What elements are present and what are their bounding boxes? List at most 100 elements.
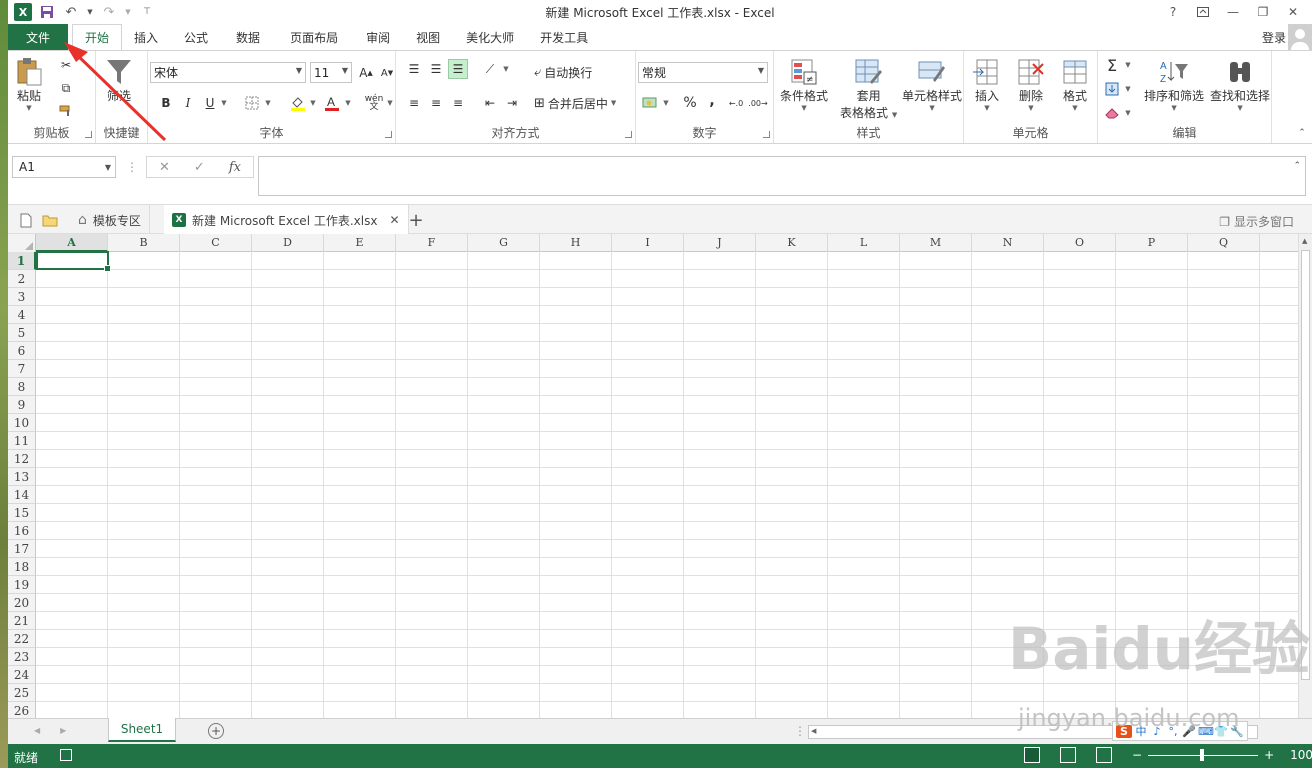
restore-icon[interactable]: ❐ [1248,0,1278,24]
align-bottom-icon[interactable]: ☰ [448,59,468,79]
sign-in-link[interactable]: 登录 [1262,29,1286,46]
tab-insert[interactable]: 插入 [122,24,170,50]
accounting-dropdown-icon[interactable]: ▼ [656,93,676,113]
normal-view-icon[interactable] [1024,747,1040,763]
tab-data[interactable]: 数据 [222,24,274,50]
column-header-i[interactable]: I [612,234,684,252]
tab-file[interactable]: 文件 [8,24,68,50]
column-header-l[interactable]: L [828,234,900,252]
column-header-b[interactable]: B [108,234,180,252]
format-painter-icon[interactable] [56,101,76,121]
align-top-icon[interactable]: ☰ [404,59,424,79]
cancel-entry-icon[interactable]: ✕ [159,160,170,175]
template-zone-tab[interactable]: ⌂ 模板专区 [70,205,150,235]
insert-cells-button[interactable]: 插入 ▼ [972,57,1002,112]
close-icon[interactable]: ✕ [1278,0,1308,24]
row-header-22[interactable]: 22 [8,630,36,648]
macro-record-icon[interactable] [60,749,72,761]
zoom-slider-knob[interactable] [1200,748,1205,761]
document-tab-active[interactable]: X 新建 Microsoft Excel 工作表.xlsx ✕ [164,205,409,235]
cut-icon[interactable]: ✂ [56,55,76,75]
close-tab-icon[interactable]: ✕ [389,213,399,227]
add-sheet-icon[interactable]: + [208,723,224,739]
clipboard-launcher-icon[interactable] [85,131,92,138]
select-all-corner[interactable] [8,234,36,252]
row-header-14[interactable]: 14 [8,486,36,504]
zoom-percentage[interactable]: 100% [1290,748,1312,762]
column-header-q[interactable]: Q [1188,234,1260,252]
format-cells-button[interactable]: 格式 ▼ [1060,57,1090,112]
row-header-15[interactable]: 15 [8,504,36,522]
page-break-view-icon[interactable] [1096,747,1112,763]
hscroll-grip-icon[interactable]: ⋮ [794,724,806,738]
new-file-icon[interactable] [18,212,34,228]
decrease-decimal-icon[interactable]: .00→ [748,93,768,113]
column-header-k[interactable]: K [756,234,828,252]
borders-dropdown-icon[interactable]: ▼ [258,93,278,113]
underline-dropdown-icon[interactable]: ▼ [214,93,234,113]
formula-expand-icon[interactable]: ⌃ [1293,161,1301,171]
tab-formulas[interactable]: 公式 [170,24,222,50]
row-header-9[interactable]: 9 [8,396,36,414]
row-header-23[interactable]: 23 [8,648,36,666]
column-header-a[interactable]: A [36,234,108,252]
formula-bar-grip-icon[interactable]: ⋮ [126,160,138,174]
delete-cells-button[interactable]: 删除 ▼ [1016,57,1046,112]
help-button[interactable]: ? [1158,0,1188,24]
row-header-20[interactable]: 20 [8,594,36,612]
row-header-1[interactable]: 1 [8,252,36,270]
align-middle-icon[interactable]: ☰ [426,59,446,79]
align-left-icon[interactable]: ≡ [404,93,424,113]
column-header-g[interactable]: G [468,234,540,252]
cell-styles-button[interactable]: 单元格样式 ▼ [902,57,962,112]
page-layout-view-icon[interactable] [1060,747,1076,763]
row-header-5[interactable]: 5 [8,324,36,342]
row-header-26[interactable]: 26 [8,702,36,718]
tab-developer[interactable]: 开发工具 [526,24,602,50]
row-header-25[interactable]: 25 [8,684,36,702]
number-launcher-icon[interactable] [763,131,770,138]
paste-button[interactable]: 粘贴 ▼ [14,57,44,112]
comma-button[interactable]: , [702,91,722,111]
name-box[interactable]: A1 ▼ [12,156,116,178]
zoom-in-icon[interactable]: + [1264,748,1274,762]
active-cell-a1[interactable] [36,251,111,272]
align-right-icon[interactable]: ≡ [448,93,468,113]
row-header-6[interactable]: 6 [8,342,36,360]
row-header-10[interactable]: 10 [8,414,36,432]
formula-input[interactable]: ⌃ [258,156,1306,196]
column-header-f[interactable]: F [396,234,468,252]
increase-decimal-icon[interactable]: ←.0 [726,93,746,113]
row-header-11[interactable]: 11 [8,432,36,450]
confirm-entry-icon[interactable]: ✓ [194,160,205,175]
tab-review[interactable]: 审阅 [354,24,402,50]
ribbon-display-options-icon[interactable] [1188,0,1218,24]
scroll-up-icon[interactable]: ▲ [1302,237,1307,245]
tab-view[interactable]: 视图 [402,24,454,50]
autosum-dropdown-icon[interactable]: ▼ [1118,55,1138,75]
font-color-dropdown-icon[interactable]: ▼ [338,93,358,113]
font-name-combo[interactable]: 宋体 ▼ [150,62,306,83]
tab-home[interactable]: 开始 [72,24,123,51]
column-header-h[interactable]: H [540,234,612,252]
row-header-7[interactable]: 7 [8,360,36,378]
column-header-j[interactable]: J [684,234,756,252]
show-multiple-windows-button[interactable]: ❐ 显示多窗口 [1219,213,1294,230]
row-header-24[interactable]: 24 [8,666,36,684]
bold-button[interactable]: B [156,93,176,113]
collapse-ribbon-icon[interactable]: ⌃ [1292,123,1312,143]
row-header-19[interactable]: 19 [8,576,36,594]
zoom-slider[interactable] [1148,748,1259,761]
number-format-combo[interactable]: 常规 ▼ [638,62,768,83]
open-folder-icon[interactable] [42,212,58,228]
increase-indent-icon[interactable]: ⇥ [502,93,522,113]
decrease-indent-icon[interactable]: ⇤ [480,93,500,113]
column-header-m[interactable]: M [900,234,972,252]
new-tab-icon[interactable]: + [408,210,424,231]
column-header-c[interactable]: C [180,234,252,252]
grow-font-button[interactable]: A ▲ [356,63,376,83]
copy-icon[interactable]: ⧉ [56,78,76,98]
clear-dropdown-icon[interactable]: ▼ [1118,103,1138,123]
row-header-12[interactable]: 12 [8,450,36,468]
sheet-next-icon[interactable]: ▶ [60,726,66,735]
